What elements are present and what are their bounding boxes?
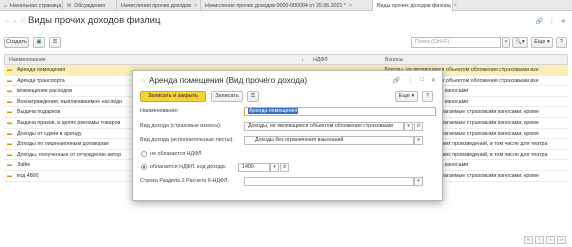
- close-icon[interactable]: ✕: [561, 18, 566, 25]
- dialog-title: Аренда помещения (Вид прочего дохода): [149, 76, 308, 85]
- column-header-name[interactable]: Наименование: [9, 57, 46, 63]
- item-marker-icon: ▬: [7, 172, 12, 179]
- search-clear-icon[interactable]: ×: [502, 37, 510, 48]
- favorite-star-icon[interactable]: ☆: [140, 77, 146, 85]
- page-title: Виды прочих доходов физлиц: [28, 15, 161, 26]
- item-marker-icon: ▬: [7, 88, 12, 95]
- tab-label: Виды прочих доходов физлиц: [377, 3, 451, 9]
- report-line-field[interactable]: [244, 177, 414, 186]
- cell-name: Займ: [17, 162, 30, 169]
- income-exec-field[interactable]: Доходы без ограничения взысканий: [244, 136, 414, 145]
- more-button-label: Еще: [534, 39, 546, 45]
- maximize-icon[interactable]: □: [420, 77, 424, 84]
- search-input[interactable]: Поиск (Ctrl+F): [411, 37, 501, 48]
- open-link-icon[interactable]: ⊘: [280, 163, 289, 172]
- radio-taxed[interactable]: [141, 164, 147, 170]
- item-marker-icon: ▬: [7, 98, 12, 105]
- column-header-vznosy[interactable]: Взносы: [385, 57, 403, 63]
- radio-not-taxed[interactable]: [141, 151, 147, 157]
- radio-taxed-label: облагается НДФЛ, код дохода:: [150, 164, 227, 170]
- dialog-tools: 🔗 ⋮ □ ✕: [393, 77, 436, 84]
- item-marker-icon: ▬: [7, 130, 12, 137]
- close-icon[interactable]: ×: [454, 3, 457, 9]
- list-settings-icon[interactable]: ☰: [49, 37, 61, 48]
- more-menu-icon[interactable]: ⋮: [549, 18, 555, 25]
- tab-home[interactable]: ⌂ Начальная страница: [0, 0, 63, 11]
- sort-arrow-icon: ↓: [301, 57, 304, 63]
- cell-name: Выдача подарков: [17, 109, 61, 116]
- tab-label: Начисление прочих доходов 0000-000004 от…: [205, 2, 347, 9]
- tab-label: Начисления прочих доходов: [121, 2, 192, 9]
- list-pager: « ‹ › »: [524, 236, 566, 244]
- cell-name: Доходы от сдачи в аренду: [17, 130, 82, 137]
- more-button-label: Еще: [398, 93, 410, 99]
- name-label: Наименование:: [140, 108, 179, 114]
- save-and-close-button[interactable]: Записать и закрыть: [140, 91, 206, 102]
- report-line-label: Строка Раздела 2 Расчета 6-НДФЛ:: [140, 178, 229, 184]
- tab-other-income-accruals[interactable]: Начисления прочих доходов ×: [117, 0, 201, 11]
- name-field[interactable]: Аренда помещения: [244, 107, 436, 116]
- form-header: ← → ☆ Виды прочих доходов физлиц 🔗 ⋮ ✕: [0, 11, 572, 33]
- more-button[interactable]: Еще ▾: [395, 91, 418, 102]
- item-marker-icon: ▬: [7, 119, 12, 126]
- last-page-icon[interactable]: »: [557, 236, 566, 244]
- link-icon[interactable]: 🔗: [393, 77, 400, 84]
- income-code-field[interactable]: 1400: [238, 163, 270, 172]
- item-marker-icon: ▬: [7, 109, 12, 116]
- help-button[interactable]: ?: [556, 37, 567, 48]
- item-marker-icon: ▬: [7, 141, 12, 148]
- home-icon: ⌂: [4, 2, 8, 9]
- item-marker-icon: ▬: [7, 77, 12, 84]
- cell-name: Аренда помещения: [17, 67, 66, 73]
- tab-accrual-document[interactable]: Начисление прочих доходов 0000-000004 от…: [201, 0, 373, 11]
- create-button[interactable]: Создать: [4, 37, 29, 48]
- dropdown-arrow-icon[interactable]: ▾: [404, 122, 413, 131]
- dropdown-arrow-icon[interactable]: ▾: [414, 177, 423, 186]
- list-settings-icon[interactable]: ☰: [247, 91, 259, 102]
- name-field-value: Аренда помещения: [248, 108, 299, 114]
- cell-name: Выдача призов, в целях рекламы товаров: [17, 119, 121, 126]
- save-button[interactable]: Записать: [211, 91, 243, 102]
- help-button[interactable]: ?: [422, 91, 433, 102]
- first-page-icon[interactable]: «: [524, 236, 533, 244]
- income-insurance-field[interactable]: Доходы, не являющиеся объектом обложения…: [244, 122, 404, 131]
- forward-icon[interactable]: →: [11, 17, 19, 25]
- cell-name: код 4800: [17, 172, 39, 179]
- search-button[interactable]: 🔍▾: [512, 37, 528, 48]
- tab-label: Начальная страница: [10, 2, 62, 9]
- column-header-ndfl[interactable]: НДФЛ: [313, 57, 328, 63]
- cell-name: Доходы по лицензионным договорам: [17, 141, 109, 148]
- item-marker-icon: ▬: [7, 151, 12, 158]
- radio-not-taxed-label: не облагается НДФЛ: [150, 151, 202, 157]
- open-link-icon[interactable]: ⊘: [414, 122, 423, 131]
- cell-name: Аренда транспорта: [17, 77, 65, 84]
- chat-icon: ✉: [67, 2, 72, 9]
- cell-name: Вознаграждение, выплачиваемое наследн: [17, 98, 123, 105]
- close-icon[interactable]: ×: [349, 3, 352, 9]
- cell-name: Доходы, полученные от отчуждения автор: [17, 151, 122, 158]
- favorite-star-icon[interactable]: ☆: [19, 17, 25, 25]
- close-icon[interactable]: ×: [194, 3, 197, 9]
- prev-page-icon[interactable]: ‹: [535, 236, 544, 244]
- income-type-dialog: ☆ Аренда помещения (Вид прочего дохода) …: [132, 70, 443, 201]
- link-icon[interactable]: 🔗: [535, 18, 542, 25]
- item-marker-icon: ▬: [7, 162, 12, 169]
- close-icon[interactable]: ✕: [431, 77, 436, 84]
- table-header: Наименование ↓ НДФЛ Взносы: [4, 54, 568, 65]
- income-insurance-label: Вид дохода (страховые взносы):: [140, 123, 222, 129]
- tab-discussions[interactable]: ✉ Обсуждения: [63, 0, 117, 11]
- item-marker-icon: ▬: [7, 67, 12, 73]
- add-folder-icon[interactable]: ▣: [33, 37, 45, 48]
- next-page-icon[interactable]: ›: [546, 236, 555, 244]
- header-tools: 🔗 ⋮ ✕: [535, 18, 566, 25]
- tab-bar: ⌂ Начальная страница ✉ Обсуждения Начисл…: [0, 0, 572, 12]
- income-exec-label: Вид дохода (исполнительные листы):: [140, 137, 234, 143]
- dropdown-arrow-icon[interactable]: ▾: [414, 136, 423, 145]
- dropdown-arrow-icon[interactable]: ▾: [270, 163, 279, 172]
- more-button[interactable]: Еще ▾: [531, 37, 553, 48]
- more-menu-icon[interactable]: ⋮: [407, 77, 413, 84]
- cell-name: возмещение расходов: [17, 88, 73, 95]
- tab-label: Обсуждения: [74, 2, 105, 9]
- list-toolbar: Создать ▣ ☰ Поиск (Ctrl+F) × 🔍▾ Еще ▾ ?: [4, 37, 568, 48]
